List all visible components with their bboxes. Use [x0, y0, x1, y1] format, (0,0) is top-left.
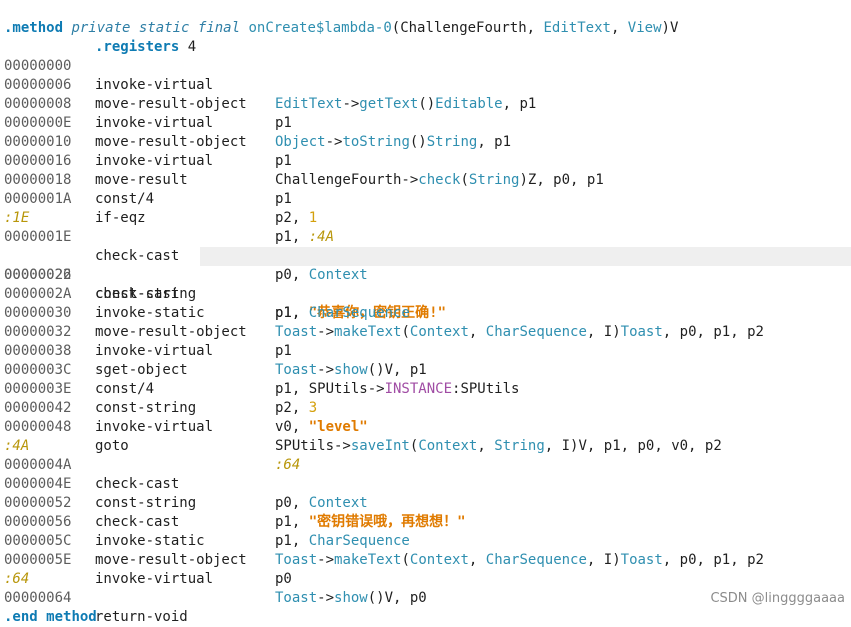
code-line[interactable]: 00000010 invoke-virtual ChallengeFourth-…: [0, 114, 851, 188]
code-line[interactable]: 00000048 goto :64: [0, 399, 851, 473]
code-line[interactable]: 0000002A invoke-static Toast->makeText(C…: [0, 266, 851, 340]
code-line[interactable]: 00000006 move-result-object p1: [0, 57, 851, 131]
watermark: CSDN @linggggaaaa: [710, 591, 845, 606]
code-line[interactable]: 0000001E check-cast p0, Context: [0, 209, 851, 283]
code-line[interactable]: 0000000E move-result-object p1: [0, 95, 851, 169]
code-line[interactable]: 0000005C move-result-object p0: [0, 513, 851, 587]
label-line: :1E: [0, 190, 851, 226]
code-line[interactable]: 0000004E const-string p1, "密钥错误哦，再想想！": [0, 456, 851, 530]
code-line[interactable]: 00000018 const/4 p2, 1: [0, 152, 851, 226]
code-line[interactable]: 0000005E invoke-virtual Toast->show()V, …: [0, 532, 851, 606]
code-line[interactable]: 00000030 move-result-object p1: [0, 285, 851, 359]
method-header: .method private static final onCreate$la…: [0, 0, 851, 36]
code-line[interactable]: 00000026 check-cast p1, CharSequence: [0, 247, 851, 321]
code-line[interactable]: 00000056 invoke-static Toast->makeText(C…: [0, 494, 851, 568]
code-line-highlighted[interactable]: 00000022 const-string p1, "恭喜你，密钥正确!": [0, 228, 851, 321]
label-line: :64: [0, 551, 851, 587]
code-line[interactable]: 00000000 invoke-virtual EditText->getTex…: [0, 38, 851, 112]
code-line[interactable]: 00000052 check-cast p1, CharSequence: [0, 475, 851, 549]
code-line[interactable]: 00000064 return-void: [0, 570, 851, 625]
code-line[interactable]: 0000003E const-string v0, "level": [0, 361, 851, 435]
opcode: return-void: [95, 609, 188, 625]
code-line[interactable]: 0000004A check-cast p0, Context: [0, 437, 851, 511]
code-line[interactable]: 0000001A if-eqz p1, :4A: [0, 171, 851, 245]
code-line[interactable]: 00000038 sget-object p1, SPUtils->INSTAN…: [0, 323, 851, 397]
end-method-word: method: [46, 609, 97, 625]
end-directive: .end: [4, 609, 38, 625]
label-line: :4A: [0, 418, 851, 454]
registers-line: .registers 4: [0, 19, 851, 55]
code-line[interactable]: 00000042 invoke-virtual SPUtils->saveInt…: [0, 380, 851, 454]
code-line[interactable]: 0000003C const/4 p2, 3: [0, 342, 851, 416]
code-line[interactable]: 00000032 invoke-virtual Toast->show()V, …: [0, 304, 851, 378]
code-line[interactable]: 00000016 move-result p1: [0, 133, 851, 207]
code-line[interactable]: 00000008 invoke-virtual Object->toString…: [0, 76, 851, 150]
